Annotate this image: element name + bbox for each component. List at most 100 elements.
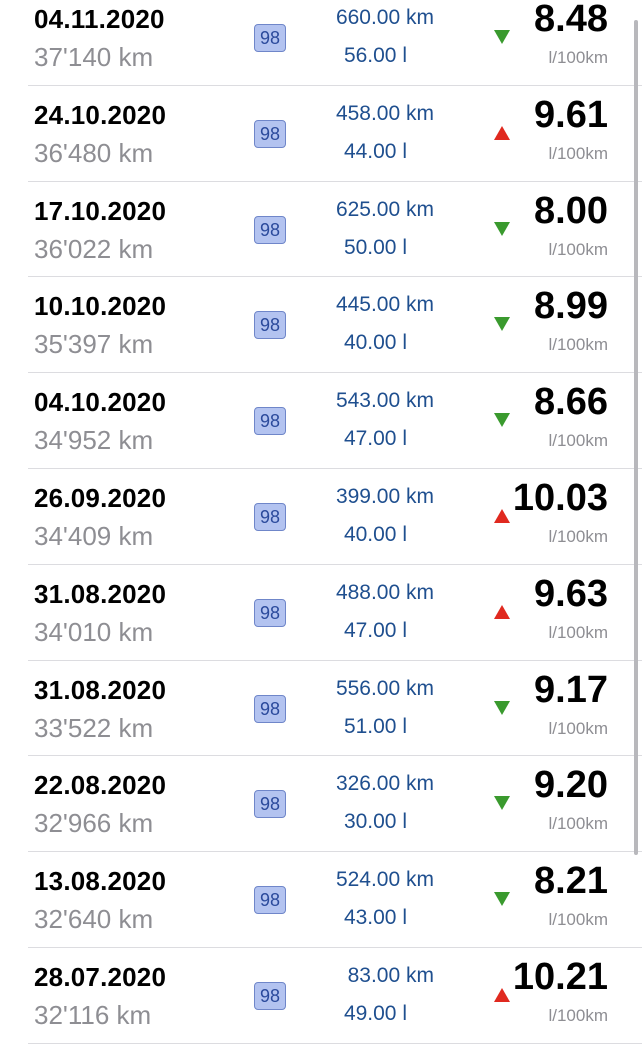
entry-distance: 543.00 km	[335, 389, 434, 413]
entry-odometer: 34'409 km	[34, 520, 154, 551]
entry-odometer: 32'966 km	[34, 808, 154, 839]
refuel-entry-row[interactable]: 04.10.2020 34'952 km 98 543.00 km 47.00 l 8.6…	[28, 373, 642, 469]
entry-distance: 458.00 km	[335, 101, 434, 125]
entry-consumption: 9.63	[534, 572, 608, 615]
consumption-unit: l/100km	[548, 622, 608, 642]
fuel-type-badge: 98	[254, 886, 286, 915]
refuel-entry-row[interactable]: 26.09.2020 34'409 km 98 399.00 km 40.00 l 10.…	[28, 469, 642, 565]
entry-volume: 47.00 l	[343, 427, 407, 451]
entry-consumption: 8.00	[534, 189, 608, 232]
fuel-type-badge: 98	[254, 694, 286, 723]
fuel-type-badge: 98	[254, 981, 286, 1010]
entry-odometer: 37'140 km	[34, 42, 154, 72]
consumption-unit: l/100km	[548, 335, 608, 355]
entry-consumption: 8.66	[534, 381, 608, 424]
entry-odometer: 35'397 km	[34, 329, 154, 360]
entry-odometer: 36'022 km	[34, 233, 154, 264]
entry-volume: 43.00 l	[343, 906, 407, 930]
entry-volume: 30.00 l	[343, 810, 407, 834]
entry-date: 31.08.2020	[34, 578, 167, 609]
entry-volume: 47.00 l	[343, 618, 407, 642]
trend-up-icon	[494, 987, 510, 1002]
trend-down-icon	[494, 317, 510, 332]
entry-date: 28.07.2020	[34, 961, 167, 992]
fuel-type-badge: 98	[254, 407, 286, 436]
refuel-entry-row[interactable]: 04.11.2020 37'140 km 98 660.00 km 56.00 l 8.4…	[28, 0, 642, 86]
consumption-unit: l/100km	[548, 431, 608, 451]
trend-down-icon	[494, 221, 510, 236]
entry-distance: 660.00 km	[335, 6, 434, 29]
entry-date: 17.10.2020	[34, 195, 167, 226]
entry-distance: 625.00 km	[335, 197, 434, 221]
entry-volume: 40.00 l	[343, 522, 407, 546]
entry-consumption: 9.20	[534, 764, 608, 807]
consumption-unit: l/100km	[548, 48, 608, 67]
fuel-type-badge: 98	[254, 215, 286, 244]
entry-distance: 326.00 km	[335, 772, 434, 796]
entry-volume: 44.00 l	[343, 139, 407, 163]
consumption-unit: l/100km	[548, 910, 608, 930]
entry-consumption: 9.17	[534, 668, 608, 711]
refuel-entry-row[interactable]: 17.10.2020 36'022 km 98 625.00 km 50.00 l 8.0…	[28, 182, 642, 278]
refuel-entry-row[interactable]: 10.10.2020 35'397 km 98 445.00 km 40.00 l 8.9…	[28, 277, 642, 374]
consumption-unit: l/100km	[548, 239, 608, 259]
trend-up-icon	[494, 125, 510, 140]
entry-date: 04.11.2020	[34, 4, 165, 34]
consumption-unit: l/100km	[548, 718, 608, 738]
entry-consumption: 8.21	[534, 860, 608, 903]
trend-up-icon	[494, 604, 510, 619]
refuel-entry-row[interactable]: 31.08.2020 34'010 km 98 488.00 km 47.00 l 9.6…	[28, 565, 642, 661]
entry-odometer: 34'010 km	[34, 616, 154, 647]
entry-date: 24.10.2020	[34, 99, 167, 130]
entry-distance: 445.00 km	[335, 293, 434, 317]
refuel-list: 04.11.2020 37'140 km 98 660.00 km 56.00 l 8.4…	[0, 0, 642, 1044]
consumption-unit: l/100km	[548, 143, 608, 163]
refuel-entry-row[interactable]: 22.08.2020 32'966 km 98 326.00 km 30.00 l 9.2…	[28, 756, 642, 853]
entry-consumption: 8.99	[534, 285, 608, 328]
entry-consumption: 10.21	[512, 955, 608, 998]
refuel-entry-row[interactable]: 28.07.2020 32'116 km 98 83.00 km 49.00 l 10.2…	[28, 948, 642, 1044]
consumption-unit: l/100km	[548, 814, 608, 834]
entry-date: 13.08.2020	[34, 866, 167, 897]
entry-date: 26.09.2020	[34, 482, 167, 513]
entry-distance: 524.00 km	[335, 868, 434, 892]
fuel-type-badge: 98	[254, 24, 286, 52]
entry-distance: 399.00 km	[335, 484, 434, 508]
entry-volume: 50.00 l	[343, 235, 407, 259]
fuel-type-badge: 98	[254, 790, 286, 819]
entry-consumption: 8.48	[534, 0, 608, 40]
trend-down-icon	[494, 892, 510, 907]
consumption-unit: l/100km	[548, 1005, 608, 1025]
scrollbar[interactable]	[634, 20, 638, 855]
entry-odometer: 36'480 km	[34, 137, 154, 168]
entry-volume: 49.00 l	[343, 1001, 407, 1025]
trend-down-icon	[494, 700, 510, 715]
entry-volume: 56.00 l	[343, 44, 407, 67]
entry-consumption: 9.61	[534, 93, 608, 136]
entry-distance: 83.00 km	[347, 963, 434, 987]
entry-volume: 51.00 l	[343, 714, 407, 738]
refuel-entry-row[interactable]: 31.08.2020 33'522 km 98 556.00 km 51.00 l 9.1…	[28, 661, 642, 757]
trend-down-icon	[494, 796, 510, 811]
entry-odometer: 33'522 km	[34, 712, 154, 743]
entry-consumption: 10.03	[512, 476, 608, 519]
entry-volume: 40.00 l	[343, 331, 407, 355]
fuel-type-badge: 98	[254, 119, 286, 148]
fuel-type-badge: 98	[254, 598, 286, 627]
trend-down-icon	[494, 413, 510, 428]
entry-odometer: 34'952 km	[34, 425, 154, 456]
refuel-entry-row[interactable]: 13.08.2020 32'640 km 98 524.00 km 43.00 l 8.2…	[28, 852, 642, 948]
entry-odometer: 32'640 km	[34, 904, 154, 935]
consumption-unit: l/100km	[548, 526, 608, 546]
entry-date: 22.08.2020	[34, 770, 167, 801]
fuel-type-badge: 98	[254, 311, 286, 340]
refuel-entry-row[interactable]: 24.10.2020 36'480 km 98 458.00 km 44.00 l 9.6…	[28, 86, 642, 182]
trend-down-icon	[494, 30, 510, 44]
entry-date: 31.08.2020	[34, 674, 167, 705]
entry-odometer: 32'116 km	[34, 999, 152, 1030]
entry-date: 04.10.2020	[34, 387, 167, 418]
fuel-type-badge: 98	[254, 502, 286, 531]
entry-distance: 556.00 km	[335, 676, 434, 700]
entry-date: 10.10.2020	[34, 291, 167, 322]
entry-distance: 488.00 km	[335, 580, 434, 604]
